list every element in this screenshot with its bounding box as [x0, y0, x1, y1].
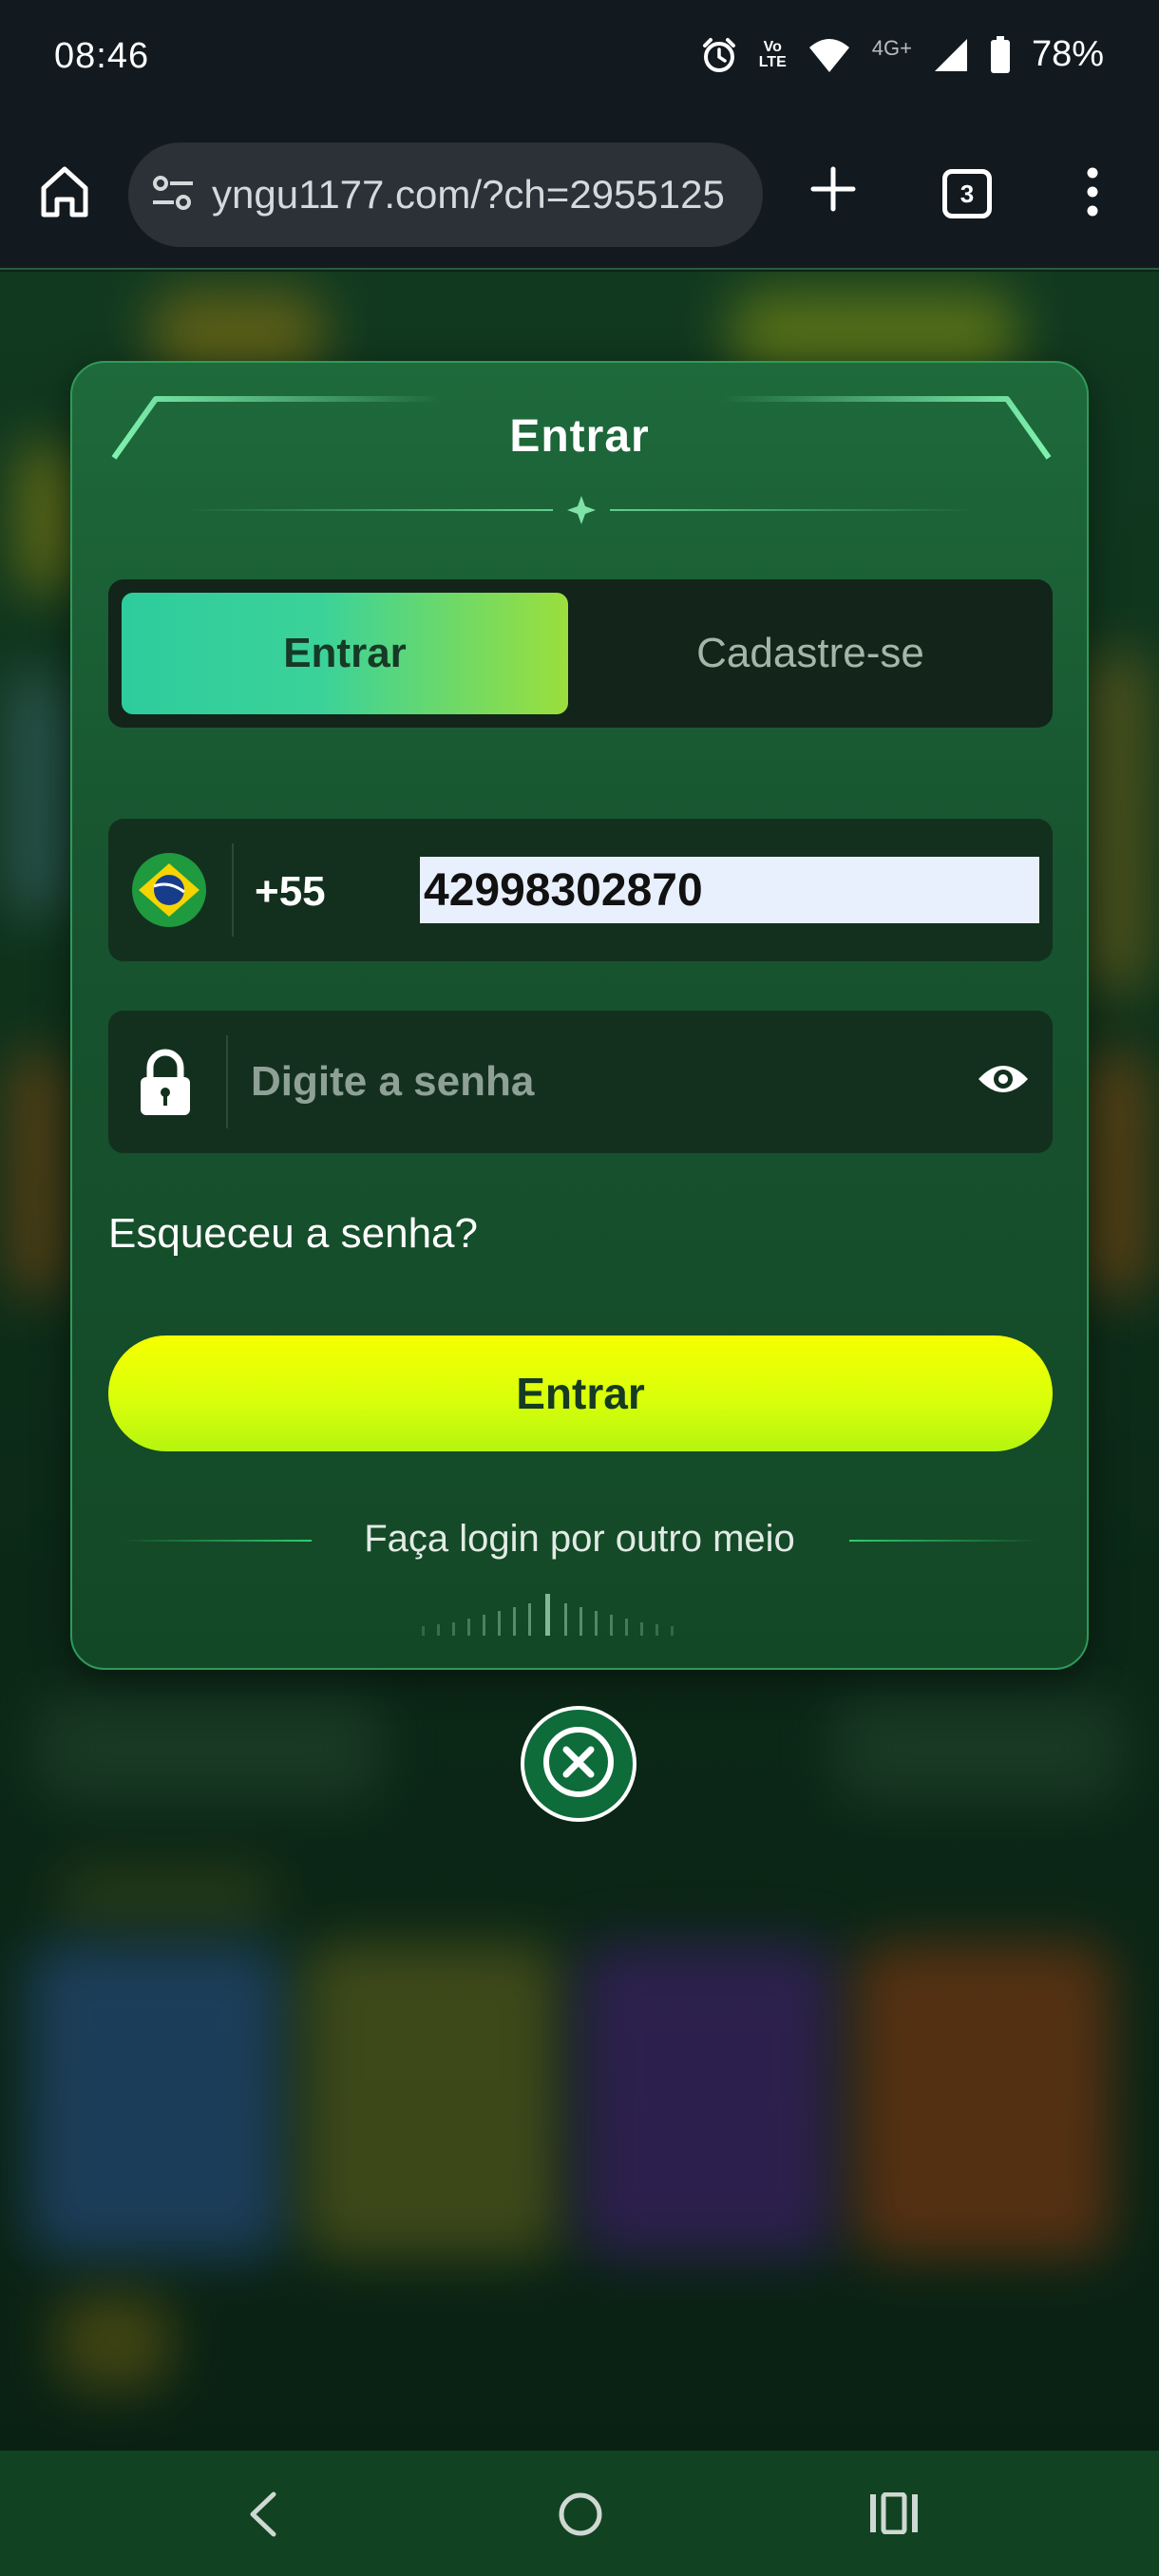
system-nav-bar: [0, 2451, 1159, 2576]
back-icon[interactable]: [245, 2491, 283, 2543]
modal-title: Entrar: [509, 411, 650, 462]
tab-switcher-icon[interactable]: 3: [942, 169, 992, 218]
field-separator: [232, 843, 234, 937]
submit-login-button[interactable]: Entrar: [108, 1335, 1053, 1451]
tab-register[interactable]: Cadastre-se: [581, 593, 1039, 714]
divider-line-right: [849, 1540, 1039, 1542]
close-modal-button[interactable]: [521, 1706, 636, 1822]
network-type-label: 4G+: [871, 35, 912, 60]
battery-percent: 78%: [1031, 34, 1104, 74]
login-register-tabs: Entrar Cadastre-se: [108, 579, 1053, 728]
browser-toolbar: yngu1177.com/?ch=2955125 3: [0, 123, 1159, 270]
url-text[interactable]: yngu1177.com/?ch=2955125: [212, 172, 744, 218]
phone-field: +55: [108, 819, 1053, 961]
recent-apps-icon[interactable]: [868, 2491, 920, 2539]
forgot-password-link[interactable]: Esqueceu a senha?: [108, 1210, 478, 1258]
more-menu-icon[interactable]: [1083, 165, 1102, 223]
brazil-flag-icon[interactable]: [131, 852, 207, 933]
title-divider: [186, 496, 977, 524]
password-input[interactable]: [251, 1049, 954, 1115]
tab-login[interactable]: Entrar: [122, 593, 568, 714]
site-settings-icon[interactable]: [151, 174, 195, 217]
field-separator: [226, 1035, 228, 1128]
lock-icon: [137, 1047, 194, 1122]
eye-icon[interactable]: [977, 1060, 1030, 1103]
url-bar[interactable]: yngu1177.com/?ch=2955125: [128, 142, 763, 247]
password-field: [108, 1011, 1053, 1153]
status-time: 08:46: [54, 36, 150, 76]
battery-icon: [990, 35, 1011, 74]
alarm-icon: [700, 36, 738, 74]
login-modal: Entrar Entrar Cadastre-se +55 4299830287…: [70, 361, 1089, 1670]
close-icon: [541, 1724, 617, 1805]
status-bar: 08:46 Vo LTE 4G+ 78%: [0, 0, 1159, 123]
status-icons: Vo LTE 4G+ 78%: [700, 34, 1104, 75]
volte-icon: Vo LTE: [758, 38, 787, 70]
signal-icon: [933, 37, 969, 73]
wifi-icon: [808, 36, 851, 74]
phone-input[interactable]: [420, 857, 1039, 923]
loading-spinner: [422, 1594, 674, 1636]
home-icon[interactable]: [38, 163, 91, 225]
home-circle-icon[interactable]: [557, 2491, 604, 2543]
new-tab-icon[interactable]: [809, 165, 857, 218]
country-code[interactable]: +55: [255, 868, 326, 916]
